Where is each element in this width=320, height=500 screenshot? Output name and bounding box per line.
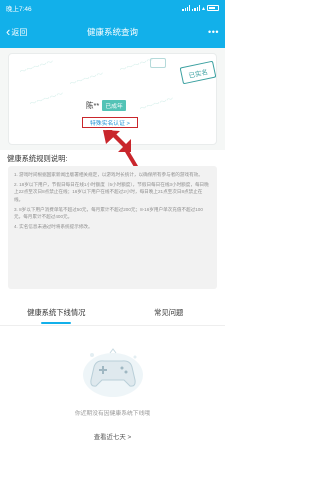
card-watermark: ～～～～～	[138, 95, 175, 114]
card-watermark: ～～～～～	[68, 70, 105, 89]
rules-title: 健康系统规则说明:	[7, 154, 68, 163]
page-title: 健康系统查询	[86, 27, 138, 37]
tab-faq[interactable]: 常见问题	[113, 306, 226, 322]
back-label: 返回	[11, 27, 28, 37]
back-chevron-icon: ‹	[6, 23, 11, 39]
signal-icon	[182, 5, 191, 11]
rules-box: 1. 游戏时间根据国家新闻出版署相关规定，以游戏时长统计，以确保所有参与者的游戏…	[8, 166, 217, 289]
battery-icon	[207, 5, 219, 11]
status-bar: 晚上7:46 ▴	[0, 0, 225, 16]
status-time: 晚上7:46	[6, 6, 32, 13]
signal-icon-2	[192, 5, 200, 11]
rule-item: 4. 实名信息未通过时将系统提示修改。	[14, 224, 93, 230]
status-icons: ▴	[182, 5, 219, 12]
nav-bar: ‹ 返回 健康系统查询 •••	[0, 16, 225, 48]
card-watermark: ～～～～～	[18, 58, 55, 77]
wifi-icon: ▴	[201, 5, 205, 12]
tab-divider	[0, 325, 225, 326]
user-name-row: 陈** 已成年	[86, 100, 126, 111]
special-verify-button[interactable]: 特殊实名认证 >	[82, 117, 138, 128]
view-last-seven-days-link[interactable]: 查看近七天 >	[0, 432, 225, 441]
back-button[interactable]: ‹ 返回	[6, 16, 27, 48]
rule-item: 3. 8岁以下用户消费单笔不超过50元，每月累计不超过200元；8-16岁用户单…	[14, 206, 203, 220]
tab-bar: 健康系统下线情况 常见问题	[0, 306, 226, 324]
rule-item: 1. 游戏时间根据国家新闻出版署相关规定，以游戏时长统计，以确保所有参与者的游戏…	[14, 172, 203, 177]
gamepad-icon	[83, 348, 143, 397]
more-icon[interactable]: •••	[208, 16, 219, 48]
tab-offline-status[interactable]: 健康系统下线情况	[0, 306, 113, 324]
empty-message: 你近期没有因健康系统下线哦	[74, 411, 151, 417]
user-name: 陈**	[86, 101, 100, 110]
card-watermark: ～～～～～	[28, 90, 65, 109]
rule-item: 2. 18岁以下用户，节假日每日在线1小时额度（5小时额度），节假日每日在线3小…	[14, 182, 209, 202]
adult-badge: 已成年	[102, 100, 126, 111]
stamp-decoration	[150, 58, 166, 68]
